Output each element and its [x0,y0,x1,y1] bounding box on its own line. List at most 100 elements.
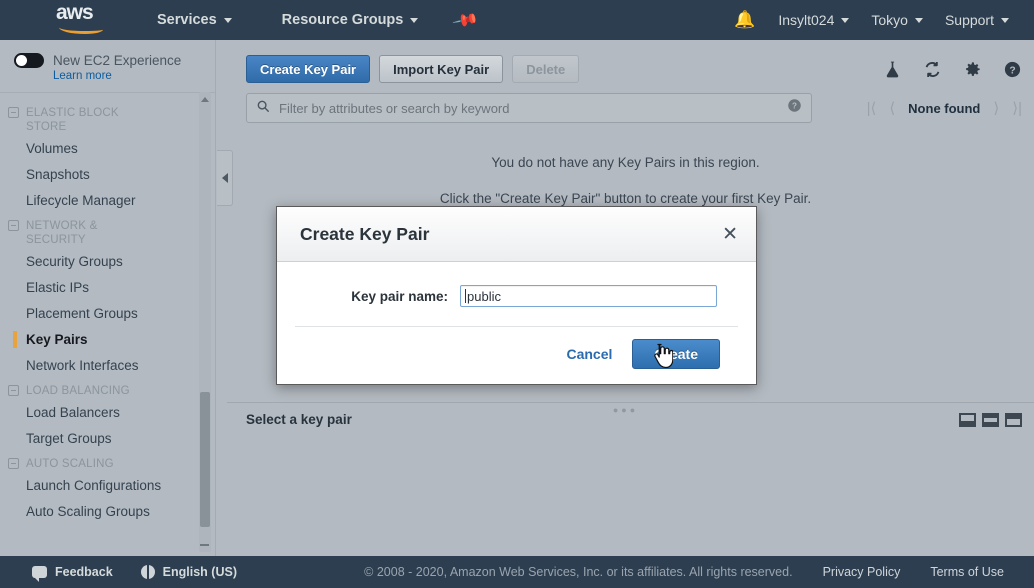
sidebar: New EC2 Experience Learn more ELASTIC BL… [0,40,216,556]
chevron-down-icon [410,17,419,23]
filter-input-container[interactable]: Filter by attributes or search by keywor… [246,93,812,123]
page-prev-icon[interactable]: ⟨ [889,99,895,117]
notification-bell-icon[interactable]: 🔔 [722,10,767,30]
filter-row: Filter by attributes or search by keywor… [246,93,1034,123]
collapse-minus-icon[interactable] [8,107,19,118]
sidebar-scrollbar-thumb[interactable] [200,392,210,527]
pagination-status: None found [908,100,981,116]
aws-console-page: aws Services Resource Groups 📌 🔔 Insylt0… [0,0,1034,588]
sidebar-item-volumes[interactable]: Volumes [0,136,215,162]
new-ec2-experience-toggle[interactable] [14,53,44,68]
sidebar-item-placement-groups[interactable]: Placement Groups [0,301,215,327]
feedback-label: Feedback [55,565,113,579]
close-icon[interactable]: ✕ [722,225,738,244]
collapse-minus-icon[interactable] [8,385,19,396]
privacy-policy-link[interactable]: Privacy Policy [823,565,901,579]
view-toggle-group [959,412,1022,427]
pushpin-icon[interactable]: 📌 [452,6,480,33]
chevron-down-icon [841,17,850,23]
collapse-minus-icon[interactable] [8,458,19,469]
nav-region-menu[interactable]: Tokyo [860,0,934,40]
gear-icon[interactable] [963,60,982,79]
key-pair-name-value: public [467,288,501,304]
sidebar-item-elastic-ips[interactable]: Elastic IPs [0,275,215,301]
delete-button[interactable]: Delete [512,55,580,83]
sidebar-item-network-interfaces[interactable]: Network Interfaces [0,353,215,379]
nav-region-label: Tokyo [871,12,908,28]
pagination-controls: |⟨ ⟨ None found ⟩ ⟩| [867,99,1022,117]
sidebar-group-header[interactable]: LOAD BALANCING [0,379,215,400]
aws-logo-smile [59,23,103,34]
sidebar-item-label: Placement Groups [26,306,138,321]
collapse-minus-icon[interactable] [8,220,19,231]
sidebar-collapse-handle[interactable] [217,150,233,206]
learn-more-link[interactable]: Learn more [53,70,215,82]
dialog-header: Create Key Pair ✕ [277,207,756,262]
sidebar-item-label: Snapshots [26,167,90,182]
nav-resource-groups-label: Resource Groups [281,12,404,28]
sidebar-item-load-balancers[interactable]: Load Balancers [0,400,215,426]
create-key-pair-button[interactable]: Create Key Pair [246,55,371,83]
dialog-title: Create Key Pair [300,223,430,244]
sidebar-scrollbar[interactable] [199,92,211,552]
key-pairs-toolbar: Create Key Pair Import Key Pair Delete ? [217,40,1034,83]
sidebar-item-key-pairs[interactable]: Key Pairs [0,327,215,353]
create-key-pair-dialog: Create Key Pair ✕ Key pair name: public … [276,206,757,385]
chevron-down-icon [223,17,232,23]
terms-of-use-link[interactable]: Terms of Use [930,565,1004,579]
sidebar-item-label: Elastic IPs [26,280,90,295]
aws-logo-text: aws [56,1,94,24]
feedback-link[interactable]: Feedback [32,565,113,582]
page-first-icon[interactable]: |⟨ [867,99,877,117]
panel-divider [227,402,1034,403]
sidebar-group-label: AUTO SCALING [26,458,114,470]
sidebar-item-label: Network Interfaces [26,358,139,373]
sidebar-item-launch-configurations[interactable]: Launch Configurations [0,473,215,499]
import-key-pair-button[interactable]: Import Key Pair [379,55,504,83]
sidebar-item-security-groups[interactable]: Security Groups [0,249,215,275]
top-navigation-right: 🔔 Insylt024 Tokyo Support [722,0,1034,40]
help-circle-icon[interactable]: ? [787,98,802,118]
refresh-icon[interactable] [923,60,942,79]
language-selector[interactable]: English (US) [140,565,237,579]
scroll-down-arrow-icon[interactable] [200,540,210,550]
dialog-body: Key pair name: public Cancel Create [277,262,756,369]
detail-panel-header: Select a key pair [217,412,1034,427]
sidebar-item-label: Launch Configurations [26,478,162,493]
page-next-icon[interactable]: ⟩ [993,99,999,117]
sidebar-item-snapshots[interactable]: Snapshots [0,162,215,188]
sidebar-group-header[interactable]: AUTO SCALING [0,452,215,473]
sidebar-item-lifecycle-manager[interactable]: Lifecycle Manager [0,188,215,214]
sidebar-item-auto-scaling-groups[interactable]: Auto Scaling Groups [0,499,215,525]
sidebar-item-label: Load Balancers [26,405,120,420]
nav-account-menu[interactable]: Insylt024 [767,0,860,40]
beta-flask-icon[interactable] [883,60,902,79]
nav-support-menu[interactable]: Support [934,0,1020,40]
text-cursor [465,289,466,303]
empty-state-line1: You do not have any Key Pairs in this re… [491,155,760,170]
page-last-icon[interactable]: ⟩| [1012,99,1022,117]
sidebar-item-target-groups[interactable]: Target Groups [0,426,215,452]
nav-services-label: Services [157,12,217,28]
nav-resource-groups[interactable]: Resource Groups [271,0,430,40]
sidebar-group-header[interactable]: NETWORK & SECURITY [0,214,215,249]
sidebar-group-header[interactable]: ELASTIC BLOCK STORE [0,101,215,136]
sidebar-nav-list: ELASTIC BLOCK STORE Volumes Snapshots Lifec… [0,93,215,525]
aws-logo[interactable]: aws [56,1,108,37]
layout-split-icon[interactable] [982,412,999,427]
globe-icon [140,565,155,579]
sidebar-group-label: NETWORK & SECURITY [26,220,98,246]
cancel-button[interactable]: Cancel [566,346,612,362]
chevron-down-icon [1001,17,1009,23]
create-button[interactable]: Create [632,339,720,369]
key-pair-name-input[interactable]: public [460,285,717,307]
scroll-up-arrow-icon[interactable] [200,94,210,104]
layout-top-icon[interactable] [1005,412,1022,427]
filter-input-placeholder: Filter by attributes or search by keywor… [279,100,510,116]
svg-text:?: ? [1009,65,1015,76]
nav-services[interactable]: Services [146,0,243,40]
layout-bottom-icon[interactable] [959,412,976,427]
sidebar-item-label: Auto Scaling Groups [26,504,150,519]
help-icon[interactable]: ? [1003,60,1022,79]
create-button-label: Create [654,346,698,362]
